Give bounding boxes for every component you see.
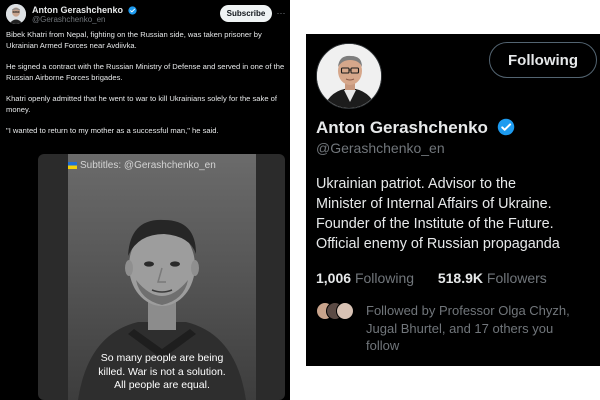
following-label: Following bbox=[354, 270, 415, 286]
tweet-paragraph: Bibek Khatri from Nepal, fighting on the… bbox=[6, 30, 262, 50]
subtitle-line: All people are equal. bbox=[114, 379, 210, 391]
video-subtitle: So many people are being killed. War is … bbox=[68, 352, 256, 393]
subscribe-button[interactable]: Subscribe bbox=[220, 5, 272, 22]
ukraine-flag-icon bbox=[68, 161, 77, 169]
followed-by-line: Followed by Professor Olga Chyzh, bbox=[366, 303, 570, 318]
subtitle-line: So many people are being bbox=[100, 352, 224, 364]
verified-badge-icon[interactable] bbox=[497, 118, 515, 141]
tweet-paragraph: Khatri openly admitted that he went to w… bbox=[6, 94, 277, 114]
bio-line: Ukrainian patriot. Advisor to the bbox=[316, 176, 516, 192]
tweet-header: Anton Gerashchenko @Gerashchenko_en Subs… bbox=[6, 4, 286, 26]
profile-name: Anton Gerashchenko bbox=[316, 118, 488, 137]
profile-avatar[interactable] bbox=[316, 43, 382, 109]
followed-by-line: follow bbox=[366, 338, 400, 353]
watermark-text: Subtitles: @Gerashchenko_en bbox=[80, 160, 216, 171]
mutual-followers-avatars[interactable] bbox=[316, 302, 356, 322]
tweet-text: Bibek Khatri from Nepal, fighting on the… bbox=[6, 30, 286, 148]
tweet-panel: Anton Gerashchenko @Gerashchenko_en Subs… bbox=[0, 0, 290, 400]
verified-badge-icon bbox=[127, 6, 137, 17]
tweet-paragraph: "I wanted to return to my mother as a su… bbox=[6, 126, 219, 136]
profile-stats: 1,006 Following 518.9K Followers bbox=[316, 270, 547, 286]
profile-bio: Ukrainian patriot. Advisor to the Minist… bbox=[316, 174, 598, 254]
tweet-author-avatar[interactable] bbox=[6, 4, 26, 24]
followers-count: 518.9K bbox=[437, 270, 484, 286]
bio-line: Minister of Internal Affairs of Ukraine. bbox=[316, 196, 552, 212]
video-player[interactable]: Subtitles: @Gerashchenko_en So many peop… bbox=[38, 154, 285, 400]
profile-handle: @Gerashchenko_en bbox=[316, 140, 445, 156]
followers-label: Followers bbox=[486, 270, 547, 286]
tweet-paragraph: He signed a contract with the Russian Mi… bbox=[6, 62, 285, 82]
profile-name-row: Anton Gerashchenko bbox=[316, 118, 515, 141]
followers-stat-link[interactable]: 518.9K Followers bbox=[438, 270, 547, 286]
following-button[interactable]: Following bbox=[489, 42, 597, 78]
followed-by-text[interactable]: Followed by Professor Olga Chyzh, Jugal … bbox=[366, 302, 596, 355]
bio-line: Founder of the Institute of the Future. bbox=[316, 216, 554, 232]
followed-by-line: Jugal Bhurtel, and 17 others you bbox=[366, 320, 554, 336]
ellipsis-icon[interactable]: ⋯ bbox=[276, 7, 286, 19]
subtitle-watermark: Subtitles: @Gerashchenko_en bbox=[68, 160, 216, 171]
following-count: 1,006 bbox=[316, 270, 352, 286]
bio-line: Official enemy of Russian propaganda bbox=[316, 236, 560, 252]
tweet-author-handle[interactable]: @Gerashchenko_en bbox=[32, 15, 106, 24]
mutual-avatar bbox=[336, 302, 354, 320]
following-stat-link[interactable]: 1,006 Following bbox=[316, 270, 418, 286]
subtitle-line: killed. War is not a solution. bbox=[98, 365, 226, 378]
tweet-author-name[interactable]: Anton Gerashchenko bbox=[32, 5, 123, 15]
profile-card: Following Anton Gerashchenko @Gerashchen… bbox=[306, 34, 600, 366]
